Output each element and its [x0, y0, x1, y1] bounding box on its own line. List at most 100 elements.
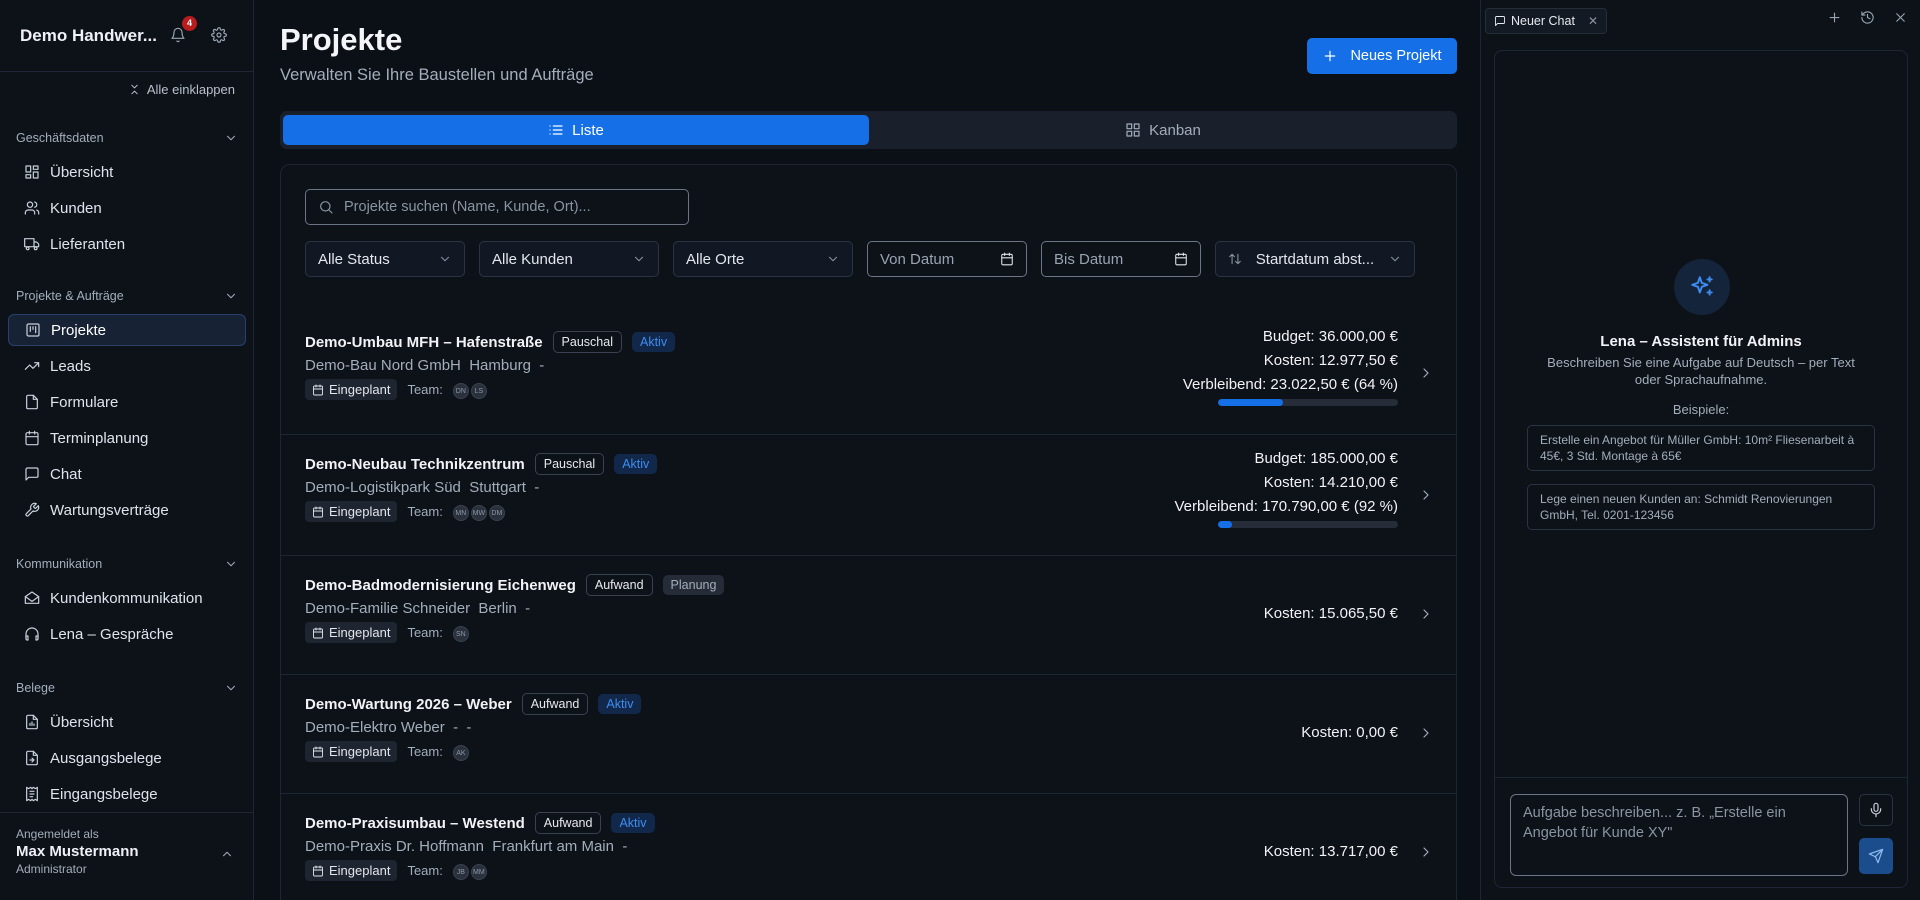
collapse-all-button[interactable]: Alle einklappen: [128, 82, 235, 97]
project-name: Demo-Umbau MFH – Hafenstraße: [305, 333, 543, 351]
mail-open-icon: [24, 591, 40, 604]
sidebar-item-label: Chat: [50, 465, 82, 483]
chevron-right-icon: [1418, 725, 1434, 741]
phase-label: Eingeplant: [329, 382, 391, 397]
budget-value: Budget: 36.000,00 €: [1262, 328, 1398, 345]
calendar-icon: [313, 506, 323, 517]
sidebar-item-lena-gespraeche[interactable]: Lena – Gespräche: [8, 618, 246, 650]
sort-select[interactable]: Startdatum abst...: [1215, 241, 1415, 277]
history-icon[interactable]: [1860, 10, 1875, 25]
project-customer-location: Demo-Praxis Dr. Hoffmann Frankfurt am Ma…: [305, 838, 628, 855]
user-account-menu[interactable]: Angemeldet als Max Mustermann Administra…: [0, 812, 254, 900]
chat-input[interactable]: Aufgabe beschreiben... z. B. „Erstelle e…: [1510, 794, 1848, 876]
phase-chip: Eingeplant: [305, 501, 398, 522]
calendar-icon: [313, 384, 323, 395]
location-filter-select[interactable]: Alle Orte: [673, 241, 853, 277]
example-prompt[interactable]: Lege einen neuen Kunden an: Schmidt Reno…: [1527, 484, 1875, 530]
avatar: MM: [470, 864, 487, 881]
sidebar-item-label: Übersicht: [50, 713, 114, 731]
sidebar-item-ausgangsbelege[interactable]: Ausgangsbelege: [8, 742, 246, 774]
section-header[interactable]: Projekte & Aufträge: [0, 286, 254, 306]
section-header[interactable]: Belege: [0, 678, 254, 698]
sidebar-item-label: Ausgangsbelege: [50, 749, 162, 767]
plus-icon[interactable]: [1827, 10, 1842, 25]
sidebar-item-uebersicht[interactable]: Übersicht: [8, 156, 246, 188]
sidebar-item-label: Terminplanung: [50, 429, 149, 447]
new-project-button[interactable]: Neues Projekt: [1307, 38, 1457, 74]
costs-value: Kosten: 13.717,00 €: [1263, 843, 1398, 860]
chat-tab-label: Neuer Chat: [1511, 14, 1575, 28]
search-input[interactable]: Projekte suchen (Name, Kunde, Ort)...: [305, 189, 689, 225]
select-value: Alle Orte: [686, 250, 745, 268]
sidebar-item-terminplanung[interactable]: Terminplanung: [8, 422, 246, 454]
dashboard-icon: [25, 165, 39, 179]
sidebar-item-label: Projekte: [51, 321, 107, 339]
progress-fill: [1218, 521, 1233, 528]
remaining-value: Verbleibend: 170.790,00 € (92 %): [1174, 498, 1399, 515]
file-chart-icon: [26, 714, 38, 730]
assistant-chat-panel: Neuer Chat ✕ Lena – Assistent für Admins…: [1480, 0, 1920, 900]
sidebar-item-leads[interactable]: Leads: [8, 350, 246, 382]
trending-up-icon: [24, 362, 40, 370]
sidebar-item-lieferanten[interactable]: Lieferanten: [8, 228, 246, 260]
sidebar-item-kundenkommunikation[interactable]: Kundenkommunikation: [8, 582, 246, 614]
project-row[interactable]: Demo-Praxisumbau – Westend Aufwand Aktiv D…: [281, 794, 1456, 900]
section-header[interactable]: Kommunikation: [0, 554, 254, 574]
tab-kanban[interactable]: Kanban: [870, 115, 1456, 145]
project-row[interactable]: Demo-Wartung 2026 – Weber Aufwand Aktiv De…: [281, 675, 1456, 794]
example-prompt[interactable]: Erstelle ein Angebot für Müller GmbH: 10…: [1527, 425, 1875, 471]
grid-icon: [1126, 123, 1140, 137]
sidebar-item-eingangsbelege[interactable]: Eingangsbelege: [8, 778, 246, 810]
project-row[interactable]: Demo-Neubau Technikzentrum Pauschal Aktiv …: [281, 435, 1456, 556]
microphone-button[interactable]: [1859, 794, 1893, 826]
list-icon: [549, 125, 563, 135]
status-badge: Aktiv: [614, 454, 658, 474]
sidebar-item-formulare[interactable]: Formulare: [8, 386, 246, 418]
costs-value: Kosten: 15.065,50 €: [1263, 605, 1398, 622]
status-filter-select[interactable]: Alle Status: [305, 241, 465, 277]
date-from-input[interactable]: Von Datum: [867, 241, 1027, 277]
avatar: SN: [452, 626, 469, 643]
logged-in-label: Angemeldet als: [16, 827, 99, 841]
sidebar-item-kunden[interactable]: Kunden: [8, 192, 246, 224]
close-icon[interactable]: [1893, 10, 1908, 25]
page-title: Projekte: [280, 22, 403, 57]
customer-filter-select[interactable]: Alle Kunden: [479, 241, 659, 277]
search-icon: [320, 201, 333, 214]
sidebar-item-label: Eingangsbelege: [50, 785, 158, 803]
avatar: DN: [452, 383, 469, 400]
chevron-down-icon: [226, 135, 236, 141]
phase-label: Eingeplant: [329, 504, 391, 519]
company-name[interactable]: Demo Handwer...: [20, 26, 157, 46]
chat-tab[interactable]: Neuer Chat ✕: [1485, 8, 1607, 34]
bell-icon[interactable]: [170, 27, 186, 43]
sidebar-item-chat[interactable]: Chat: [8, 458, 246, 490]
collapse-all-label: Alle einklappen: [146, 82, 235, 97]
send-button[interactable]: [1859, 838, 1893, 874]
team-label: Team:: [407, 382, 443, 397]
section-header[interactable]: Geschäftsdaten: [0, 128, 254, 148]
chevron-down-icon: [634, 256, 644, 262]
gear-icon[interactable]: [211, 27, 227, 43]
sidebar-item-label: Leads: [50, 357, 91, 375]
project-row[interactable]: Demo-Umbau MFH – Hafenstraße Pauschal Akti…: [281, 313, 1456, 435]
project-row[interactable]: Demo-Badmodernisierung Eichenweg Aufwand P…: [281, 556, 1456, 675]
new-project-label: Neues Projekt: [1350, 48, 1442, 64]
chevron-down-icon: [226, 685, 236, 691]
sidebar-item-belege-uebersicht[interactable]: Übersicht: [8, 706, 246, 738]
tab-label: Kanban: [1149, 121, 1201, 139]
close-tab-icon[interactable]: ✕: [1588, 14, 1598, 28]
section-label: Projekte & Aufträge: [16, 289, 124, 303]
sort-icon: [1229, 253, 1241, 265]
examples-label: Beispiele:: [1672, 402, 1730, 417]
date-to-input[interactable]: Bis Datum: [1041, 241, 1201, 277]
tab-liste[interactable]: Liste: [283, 115, 869, 145]
wrench-icon: [25, 502, 40, 517]
project-customer-location: Demo-Familie Schneider Berlin -: [305, 600, 531, 617]
phase-label: Eingeplant: [329, 625, 391, 640]
section-kommunikation: Kommunikation Kundenkommunikation Lena –…: [0, 554, 254, 650]
costs-value: Kosten: 12.977,50 €: [1263, 352, 1398, 369]
sidebar-item-projekte[interactable]: Projekte: [8, 314, 246, 346]
chevron-down-icon: [1390, 256, 1400, 262]
sidebar-item-wartungsvertraege[interactable]: Wartungsverträge: [8, 494, 246, 526]
